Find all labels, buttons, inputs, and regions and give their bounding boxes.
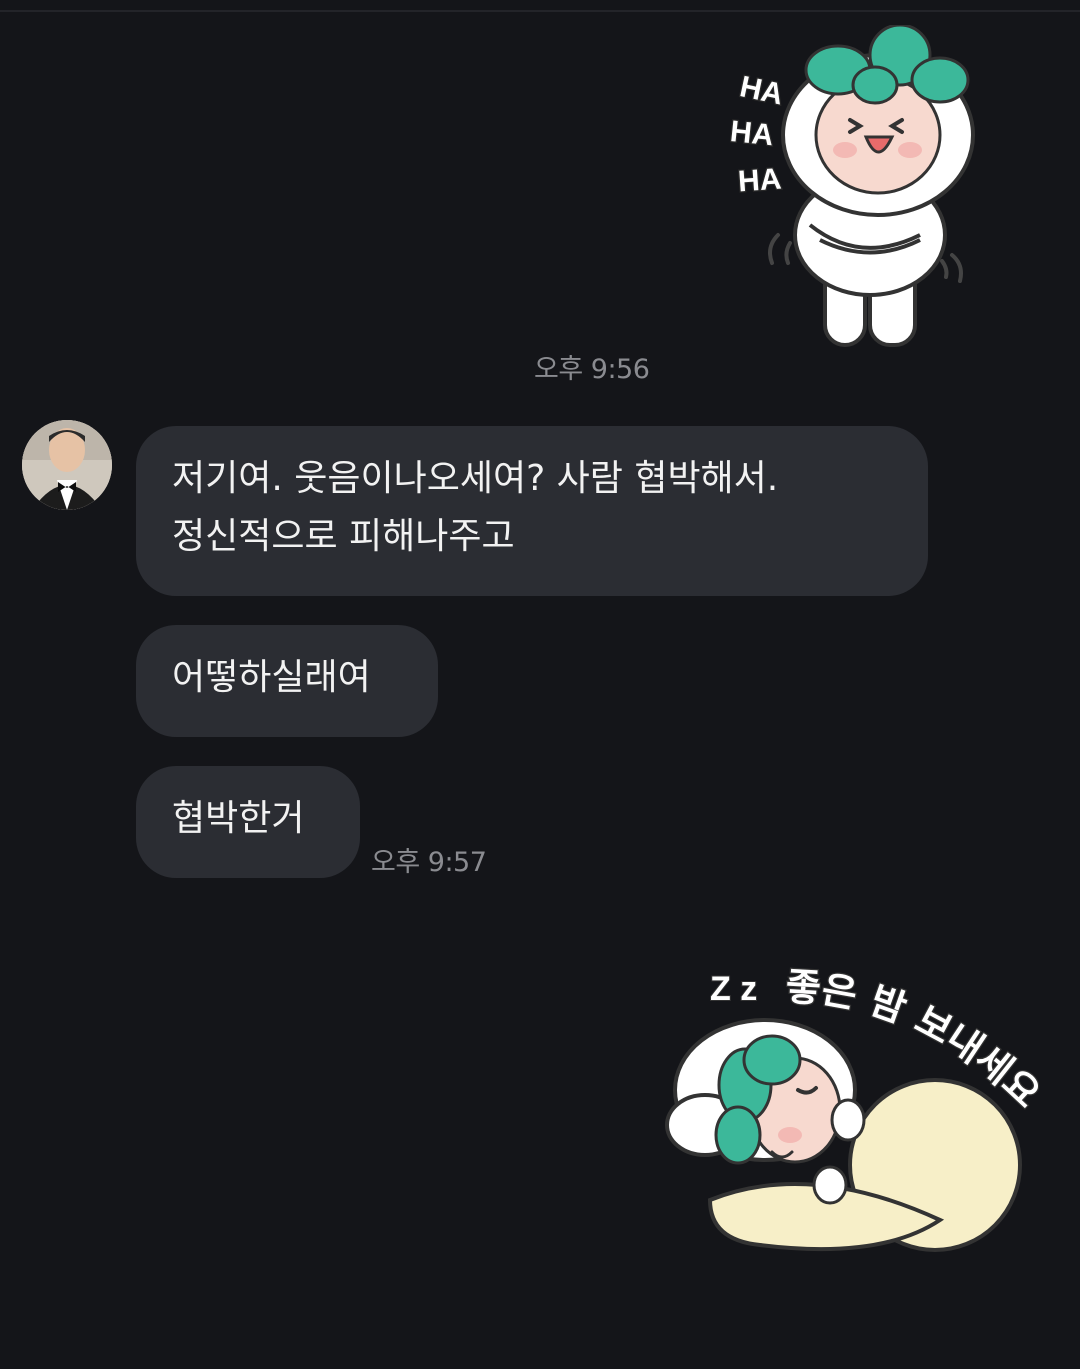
ha-text-2: HA xyxy=(729,115,776,152)
sleeping-character-icon: Z z 좋은 밤 보내세요 xyxy=(665,963,1050,1252)
ha-text-1: HA xyxy=(737,70,786,111)
message-bubble[interactable]: 어떻하실래여 xyxy=(136,625,438,737)
message-line: 저기여. 웃음이나오세여? 사람 협박해서. xyxy=(172,458,779,499)
message-line: 협박한거 xyxy=(172,798,305,839)
profile-photo-icon xyxy=(22,420,112,510)
divider xyxy=(0,10,1080,12)
message-bubble[interactable]: 협박한거 xyxy=(136,766,360,878)
message-bubble[interactable]: 저기여. 웃음이나오세여? 사람 협박해서. 정신적으로 피해나주고 xyxy=(136,426,928,596)
message-line: 어떻하실래여 xyxy=(172,657,371,698)
sleeping-radish-character-sticker[interactable]: Z z 좋은 밤 보내세요 xyxy=(660,960,1060,1260)
avatar[interactable] xyxy=(22,420,112,510)
laughing-radish-character-sticker[interactable]: HA HA HA xyxy=(720,23,1010,360)
laughing-character-icon: HA HA HA xyxy=(727,23,975,347)
zz-text: Z z xyxy=(710,970,757,1008)
ha-text-3: HA xyxy=(737,163,783,199)
timestamp: 오후 9:57 xyxy=(371,847,487,878)
message-line: 정신적으로 피해나주고 xyxy=(172,516,515,557)
timestamp: 오후 9:56 xyxy=(534,354,650,385)
chat-screen: HA HA HA 오후 9:56 저기여. 웃음이나오세여? 사람 협박해서. … xyxy=(0,0,1080,1369)
